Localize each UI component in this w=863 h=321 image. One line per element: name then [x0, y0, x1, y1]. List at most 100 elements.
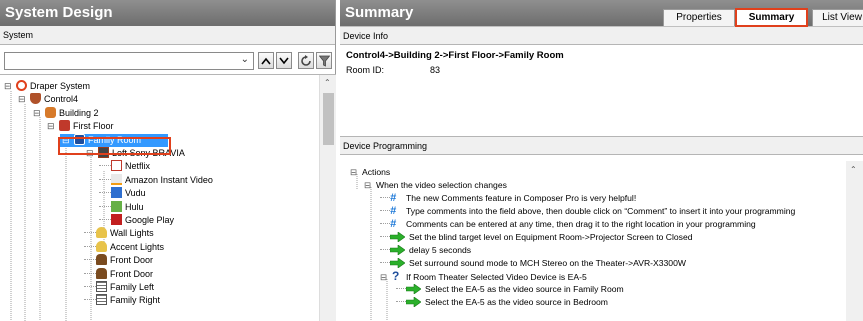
shade-icon	[96, 281, 107, 292]
programming-root[interactable]: ⊟ Actions	[350, 166, 390, 179]
amazon-icon	[111, 173, 122, 185]
tree-connector	[396, 288, 406, 289]
tree-node[interactable]: Wall Lights	[84, 227, 154, 240]
tree-connector	[99, 192, 111, 194]
collapse-toggle-icon[interactable]: ⊟	[350, 166, 360, 179]
tree-connector	[84, 286, 96, 287]
programming-comment[interactable]: # Type comments into the field above, the…	[380, 205, 795, 218]
tree-node-label: Draper System	[30, 81, 91, 91]
programming-text: Set surround sound mode to MCH Stereo on…	[409, 258, 686, 268]
door-icon	[96, 254, 107, 266]
tree-connector	[380, 249, 390, 250]
programming-command[interactable]: Select the EA-5 as the video source in F…	[396, 283, 624, 296]
programming-text: Set the blind target level on Equipment …	[409, 232, 693, 242]
tree-node[interactable]: Front Door	[84, 254, 153, 267]
selected-room-highlight	[58, 137, 171, 155]
programming-command[interactable]: Set the blind target level on Equipment …	[380, 231, 693, 244]
tab-list-view[interactable]: List View	[812, 9, 863, 26]
programming-command[interactable]: delay 5 seconds	[380, 244, 471, 257]
filter-button[interactable]	[316, 52, 332, 69]
tree-node-label: Vudu	[125, 188, 146, 199]
tree-connector	[380, 223, 390, 224]
programming-comment[interactable]: # Comments can be entered at any time, th…	[380, 218, 756, 231]
vudu-icon	[111, 187, 122, 199]
tree-node[interactable]: Google Play	[99, 214, 174, 227]
filter-icon	[318, 55, 330, 67]
conditional-question-icon: ?	[392, 269, 400, 283]
comment-icon: #	[390, 192, 397, 204]
move-up-button[interactable]	[258, 52, 274, 69]
programming-command[interactable]: Select the EA-5 as the video source in B…	[396, 296, 608, 309]
programming-event[interactable]: ⊟ When the video selection changes	[364, 179, 507, 192]
tab-properties[interactable]: Properties	[663, 9, 735, 26]
tree-connector	[380, 210, 390, 211]
tree-node[interactable]: ⊟ Building 2	[33, 106, 99, 120]
building-icon	[45, 106, 56, 118]
tree-connector	[99, 205, 111, 207]
tree-node[interactable]: Accent Lights	[84, 240, 164, 254]
device-info-header: Device Info	[340, 26, 863, 45]
collapse-toggle-icon[interactable]: ⊟	[380, 271, 390, 284]
collapse-toggle-icon[interactable]: ⊟	[364, 179, 374, 192]
tree-node-label: Wall Lights	[110, 228, 154, 239]
tree-node[interactable]: ⊟ Control4	[18, 93, 78, 106]
tree-connector	[99, 178, 111, 180]
left-panel-title: System Design	[0, 0, 335, 26]
expand-toggle-icon[interactable]: ⊟	[18, 93, 28, 106]
command-arrow-icon	[389, 244, 409, 256]
tree-connector	[380, 197, 390, 198]
tree-node-label: Amazon Instant Video	[125, 174, 213, 185]
tree-node[interactable]: Family Right	[84, 294, 160, 307]
expand-toggle-icon[interactable]: ⊟	[47, 120, 57, 133]
refresh-button[interactable]	[298, 52, 314, 69]
system-icon	[16, 80, 27, 91]
tree-node-label: Hulu	[125, 201, 144, 212]
tree-node[interactable]: Hulu	[99, 200, 144, 214]
system-combo[interactable]: ⌄	[4, 52, 254, 70]
room-id-label: Room ID:	[346, 65, 385, 75]
tree-connector	[380, 236, 390, 237]
google-play-icon	[111, 214, 122, 225]
tree-node[interactable]: Family Left	[84, 281, 154, 294]
tree-node[interactable]: Front Door	[84, 267, 153, 281]
tree-node[interactable]: Vudu	[99, 187, 146, 200]
programming-conditional[interactable]: ⊟? If Room Theater Selected Video Device …	[380, 270, 587, 283]
expand-toggle-icon[interactable]: ⊟	[4, 80, 14, 93]
scrollbar-thumb[interactable]	[323, 93, 334, 145]
expand-toggle-icon[interactable]: ⊟	[33, 107, 43, 120]
tab-summary[interactable]: Summary	[735, 8, 808, 27]
device-path: Control4->Building 2->First Floor->Famil…	[346, 50, 564, 61]
tree-node-label: Google Play	[125, 215, 175, 225]
tree-node-label: Family Right	[110, 295, 161, 306]
tree-node[interactable]: Netflix	[99, 160, 150, 173]
tree-node[interactable]: Amazon Instant Video	[99, 173, 213, 187]
tree-node-label: Building 2	[59, 107, 99, 118]
tree-node-label: Front Door	[110, 255, 154, 266]
command-arrow-icon	[405, 296, 425, 308]
door-icon	[96, 267, 107, 279]
refresh-icon	[301, 55, 311, 66]
tree-node[interactable]: ⊟ Draper System	[4, 80, 90, 93]
programming-text: delay 5 seconds	[409, 245, 472, 255]
tree-scrollbar[interactable]: ⌃	[319, 75, 336, 321]
move-down-button[interactable]	[276, 52, 292, 69]
caret-down-icon	[279, 57, 289, 65]
control4-icon	[30, 93, 41, 105]
programming-header: Device Programming	[340, 136, 863, 155]
tree-connector	[84, 232, 96, 234]
scroll-up-icon[interactable]: ⌃	[324, 78, 331, 87]
programming-text: Select the EA-5 as the video source in F…	[425, 284, 624, 294]
command-arrow-icon	[405, 283, 425, 295]
programming-text: Type comments into the field above, then…	[406, 206, 796, 216]
hulu-icon	[111, 200, 122, 212]
tree-node-label: Netflix	[125, 161, 151, 172]
programming-command[interactable]: Set surround sound mode to MCH Stereo on…	[380, 257, 686, 270]
tree-connector	[99, 219, 111, 220]
chevron-down-icon[interactable]: ⌄	[241, 54, 249, 65]
programming-comment[interactable]: # The new Comments feature in Composer Pr…	[380, 192, 636, 205]
system-tree: ⌃ ⊟ Draper System ⊟ Control4 ⊟ Building 2 ⊟ Fir…	[0, 74, 336, 321]
tree-node[interactable]: ⊟ First Floor	[47, 120, 114, 133]
scroll-up-icon[interactable]: ⌃	[850, 165, 857, 174]
command-arrow-icon	[389, 231, 409, 243]
programming-scrollbar[interactable]: ⌃	[846, 161, 863, 321]
